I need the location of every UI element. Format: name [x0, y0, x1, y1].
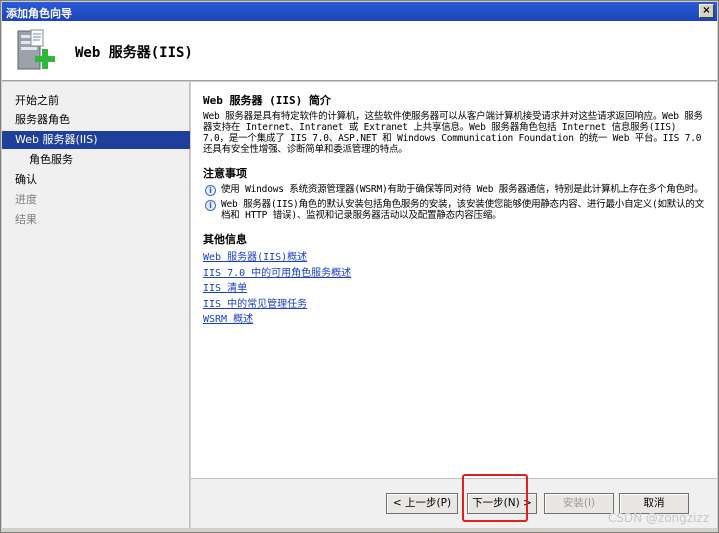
step-progress: 进度: [15, 193, 37, 206]
window-title: 添加角色向导: [6, 7, 72, 20]
step-results: 结果: [15, 213, 37, 226]
note-item: i 使用 Windows 系统资源管理器(WSRM)有助于确保等同对待 Web …: [203, 184, 705, 196]
step-role-services[interactable]: 角色服务: [2, 151, 190, 169]
link-wsrm-overview[interactable]: WSRM 概述: [203, 312, 705, 328]
info-icon: i: [205, 185, 216, 196]
close-button[interactable]: ×: [699, 4, 714, 18]
link-web-server-overview[interactable]: Web 服务器(IIS)概述: [203, 250, 705, 266]
back-button[interactable]: < 上一步(P): [386, 493, 458, 514]
add-roles-wizard-window: 添加角色向导 × Web 服务器(IIS) 开始之前 服务器角色 Web 服务器…: [0, 0, 719, 533]
step-confirmation[interactable]: 确认: [2, 171, 190, 189]
wizard-content: Web 服务器 (IIS) 简介 Web 服务器是具有特定软件的计算机，这些软件…: [191, 82, 717, 478]
more-info-links: Web 服务器(IIS)概述 IIS 7.0 中的可用角色服务概述 IIS 清单…: [203, 250, 705, 328]
note-text: Web 服务器(IIS)角色的默认安装包括角色服务的安装，该安装使您能够使用静态…: [221, 199, 704, 221]
next-button-highlight: [462, 474, 528, 522]
page-title: Web 服务器(IIS): [75, 45, 193, 61]
note-item: i Web 服务器(IIS)角色的默认安装包括角色服务的安装，该安装使您能够使用…: [203, 199, 705, 221]
intro-heading: Web 服务器 (IIS) 简介: [203, 94, 331, 107]
wizard-steps-sidebar: 开始之前 服务器角色 Web 服务器(IIS) 角色服务 确认 进度 结果: [2, 82, 190, 528]
note-text: 使用 Windows 系统资源管理器(WSRM)有助于确保等同对待 Web 服务…: [221, 184, 704, 195]
link-iis-checklist[interactable]: IIS 清单: [203, 281, 705, 297]
info-icon: i: [205, 200, 216, 211]
server-add-icon: [17, 29, 55, 70]
watermark: CSDN @zongzizz: [607, 511, 709, 525]
step-web-server-iis[interactable]: Web 服务器(IIS): [2, 131, 190, 149]
title-bar[interactable]: 添加角色向导 ×: [2, 2, 717, 21]
link-iis-admin-tasks[interactable]: IIS 中的常见管理任务: [203, 297, 705, 313]
install-button: 安装(I): [544, 493, 614, 514]
notes-heading: 注意事项: [203, 167, 247, 180]
step-server-roles[interactable]: 服务器角色: [2, 111, 190, 129]
intro-text: Web 服务器是具有特定软件的计算机，这些软件使服务器可以从客户端计算机接受请求…: [203, 111, 703, 155]
link-iis7-role-services[interactable]: IIS 7.0 中的可用角色服务概述: [203, 266, 705, 282]
step-before-you-begin[interactable]: 开始之前: [2, 92, 190, 110]
more-info-heading: 其他信息: [203, 233, 247, 246]
wizard-header: Web 服务器(IIS): [2, 21, 717, 81]
